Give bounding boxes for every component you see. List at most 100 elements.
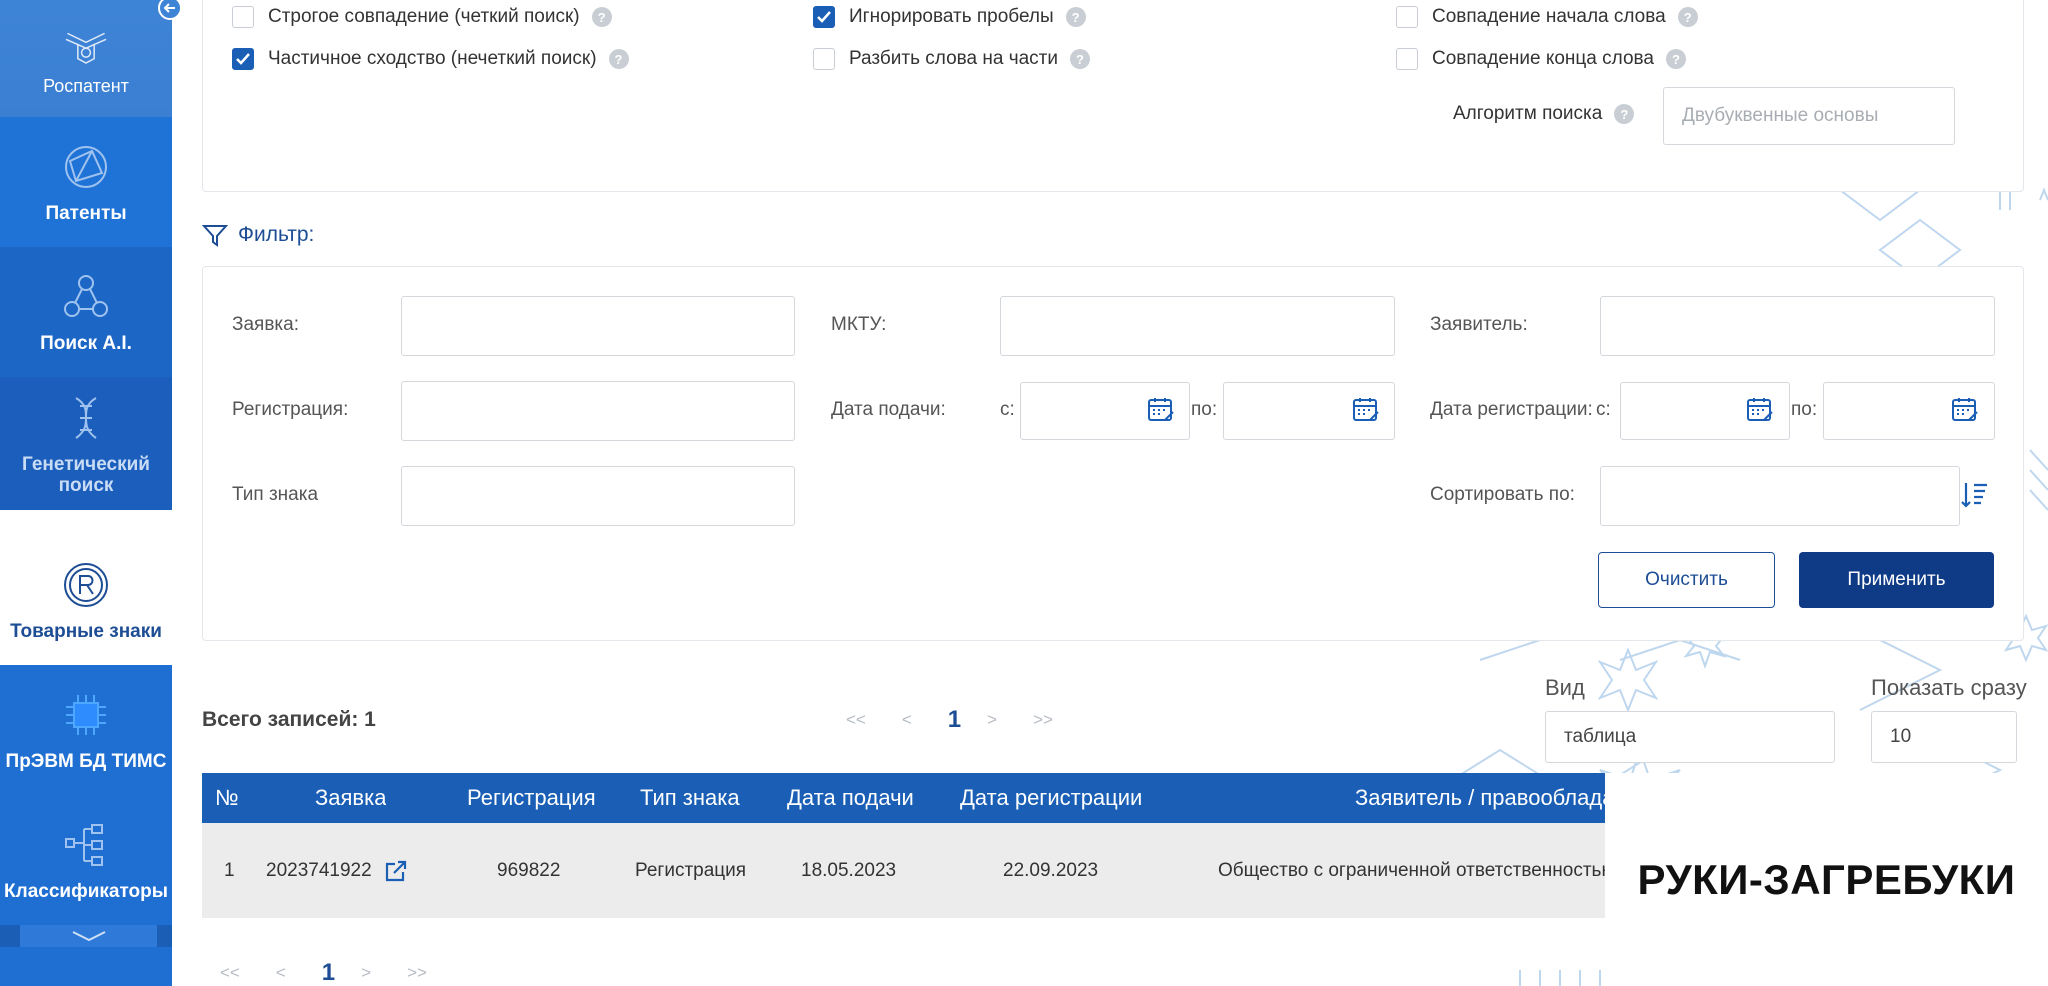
cell-application: 2023741922 — [266, 823, 408, 918]
collapse-sidebar-button[interactable] — [156, 0, 184, 22]
sidebar-divider — [0, 510, 172, 535]
word-end-checkbox[interactable] — [1396, 48, 1418, 70]
option-fuzzy-match[interactable]: Частичное сходство (нечеткий поиск) ? — [232, 48, 629, 70]
fuzzy-match-checkbox[interactable] — [232, 48, 254, 70]
filter-funnel-icon — [202, 225, 228, 247]
sort-order-icon[interactable] — [1960, 480, 1990, 510]
calendar-icon[interactable] — [1147, 396, 1175, 424]
sidebar: Роспатент Патенты Поиск A.I. Генетически… — [0, 0, 182, 986]
table-row[interactable]: 1 2023741922 969822 Регистрация 18.05.20… — [202, 823, 1605, 918]
globe-network-icon — [60, 141, 112, 193]
option-label: Совпадение начала слова — [1432, 6, 1666, 27]
col-registration-date[interactable]: Дата регистрации — [960, 773, 1142, 823]
pager-current[interactable]: 1 — [322, 959, 335, 986]
chevron-down-icon — [72, 931, 105, 942]
sidebar-item-ai-search[interactable]: Поиск A.I. — [0, 247, 172, 377]
applicant-label: Заявитель: — [1430, 314, 1528, 335]
calendar-icon[interactable] — [1951, 396, 1979, 424]
show-count-select[interactable] — [1871, 711, 2017, 763]
help-icon[interactable]: ? — [1665, 49, 1686, 69]
sidebar-footer — [0, 947, 172, 986]
option-split-words[interactable]: Разбить слова на части ? — [813, 48, 1090, 70]
sidebar-more-button[interactable] — [20, 925, 157, 947]
col-filing-date[interactable]: Дата подачи — [787, 773, 914, 823]
view-mode-select[interactable] — [1545, 711, 1835, 763]
sidebar-item-label: Классификаторы — [4, 880, 168, 902]
filter-title[interactable]: Фильтр: — [202, 222, 314, 248]
external-link-icon[interactable] — [384, 859, 408, 883]
sidebar-item-patents[interactable]: Патенты — [0, 117, 172, 247]
help-icon[interactable]: ? — [1614, 104, 1635, 124]
sidebar-logo-label: Роспатент — [43, 76, 129, 96]
help-icon[interactable]: ? — [591, 7, 612, 27]
col-number[interactable]: № — [215, 773, 239, 823]
word-start-checkbox[interactable] — [1396, 6, 1418, 28]
option-label: Алгоритм поиска — [1453, 103, 1603, 124]
show-count-label: Показать сразу — [1871, 675, 2027, 700]
option-ignore-spaces[interactable]: Игнорировать пробелы ? — [813, 6, 1086, 28]
application-number[interactable]: 2023741922 — [266, 860, 372, 882]
search-algorithm-select[interactable] — [1663, 87, 1955, 145]
help-icon[interactable]: ? — [1065, 7, 1086, 27]
help-icon[interactable]: ? — [1677, 7, 1698, 27]
sidebar-logo[interactable]: Роспатент — [0, 0, 172, 117]
strict-match-checkbox[interactable] — [232, 6, 254, 28]
mktu-input[interactable] — [1000, 296, 1395, 356]
search-algorithm-label: Алгоритм поиска ? — [1453, 103, 1635, 125]
registration-label: Регистрация: — [232, 399, 349, 420]
ignore-spaces-checkbox[interactable] — [813, 6, 835, 28]
clear-button[interactable]: Очистить — [1598, 552, 1775, 608]
cell-registration-date: 22.09.2023 — [1003, 859, 1099, 881]
cell-registration: 969822 — [497, 859, 561, 881]
pager-prev[interactable]: < — [902, 710, 912, 730]
sidebar-item-label: Генетический поиск — [22, 453, 150, 496]
pager-first[interactable]: << — [220, 963, 240, 983]
sort-by-select[interactable] — [1600, 466, 1960, 526]
application-label: Заявка: — [232, 314, 300, 335]
application-input[interactable] — [401, 296, 795, 356]
applicant-input[interactable] — [1600, 296, 1995, 356]
sidebar-item-classifiers[interactable]: Классификаторы — [0, 795, 172, 925]
dna-icon — [60, 392, 112, 444]
apply-button[interactable]: Применить — [1799, 552, 1994, 608]
help-icon[interactable]: ? — [608, 49, 629, 69]
option-label: Игнорировать пробелы — [849, 6, 1054, 27]
pagination-top: << < 1 > >> — [846, 706, 1089, 734]
calendar-icon[interactable] — [1746, 396, 1774, 424]
filing-date-to-label: по: — [1191, 399, 1218, 420]
pager-last[interactable]: >> — [407, 963, 427, 983]
col-mark-type[interactable]: Тип знака — [640, 773, 740, 823]
pager-next[interactable]: > — [361, 963, 371, 983]
pager-last[interactable]: >> — [1033, 710, 1053, 730]
pager-next[interactable]: > — [987, 710, 997, 730]
filter-title-text: Фильтр: — [238, 223, 315, 246]
arrow-left-circle-icon — [158, 0, 182, 20]
col-application[interactable]: Заявка — [315, 773, 386, 823]
registered-mark-icon — [60, 559, 112, 611]
classifier-tree-icon — [60, 819, 112, 871]
filing-date-from-label: с: — [1000, 399, 1015, 420]
pagination-bottom: << < 1 > >> — [220, 959, 463, 986]
option-word-end[interactable]: Совпадение конца слова ? — [1396, 48, 1686, 70]
option-strict-match[interactable]: Строгое совпадение (четкий поиск) ? — [232, 6, 612, 28]
option-word-start[interactable]: Совпадение начала слова ? — [1396, 6, 1698, 28]
calendar-icon[interactable] — [1352, 396, 1380, 424]
cell-mark-type: Регистрация — [635, 859, 747, 881]
pager-current[interactable]: 1 — [948, 706, 961, 734]
help-icon[interactable]: ? — [1069, 49, 1090, 69]
trademark-image[interactable]: РУКИ-ЗАГРЕБУКИ — [1605, 773, 2048, 986]
sidebar-item-trademarks[interactable]: Товарные знаки — [0, 535, 172, 665]
pager-first[interactable]: << — [846, 710, 866, 730]
col-applicant[interactable]: Заявитель / правообладатель — [1355, 773, 1605, 823]
split-words-checkbox[interactable] — [813, 48, 835, 70]
sidebar-item-software-db[interactable]: ПрЭВМ БД ТИМС — [0, 665, 172, 795]
chip-icon — [60, 689, 112, 741]
col-registration[interactable]: Регистрация — [467, 773, 596, 823]
cell-filing-date: 18.05.2023 — [801, 859, 897, 881]
pager-prev[interactable]: < — [276, 963, 286, 983]
option-label: Строгое совпадение (четкий поиск) — [268, 6, 580, 27]
mark-type-input[interactable] — [401, 466, 795, 526]
sidebar-item-genetic-search[interactable]: Генетический поиск — [0, 377, 172, 510]
mktu-label: МКТУ: — [831, 314, 887, 335]
registration-input[interactable] — [401, 381, 795, 441]
